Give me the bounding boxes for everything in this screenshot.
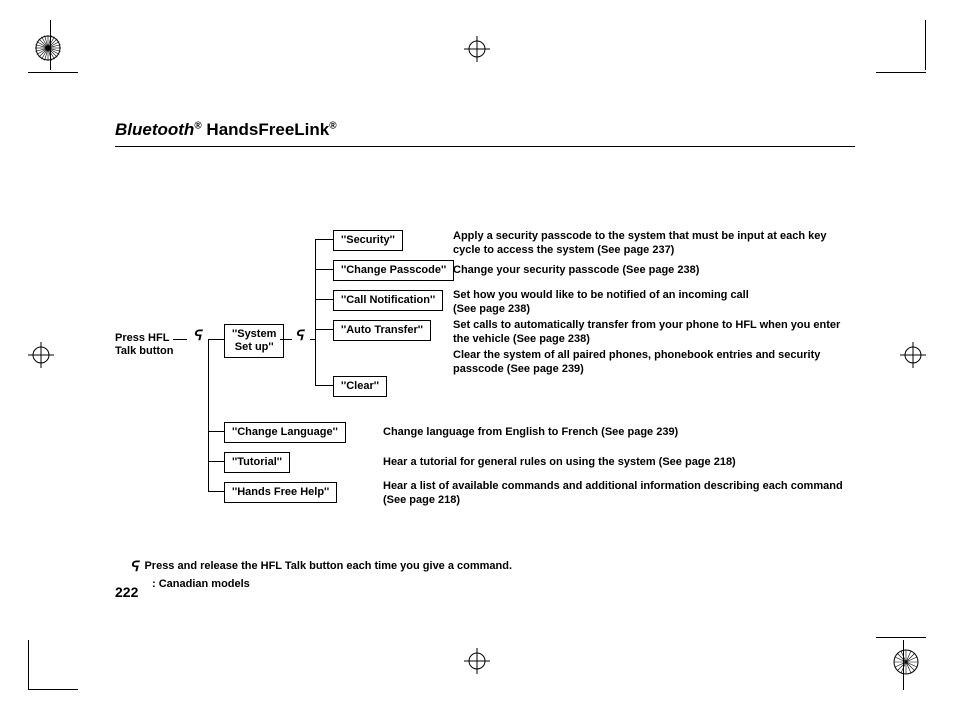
menu-desc: Hear a tutorial for general rules on usi… — [383, 456, 736, 470]
registration-mark-icon — [464, 36, 490, 62]
menu-item-security: ''Security'' — [333, 230, 403, 251]
registration-mark-icon — [900, 342, 926, 368]
menu-desc: Change language from English to French (… — [383, 426, 678, 440]
menu-desc: Set how you would like to be notified of… — [453, 289, 749, 317]
menu-desc: Set calls to automatically transfer from… — [453, 319, 853, 347]
menu-item-hands-free-help: ''Hands Free Help'' — [224, 482, 337, 503]
menu-item-call-notification: ''Call Notification'' — [333, 290, 443, 311]
registration-mark-icon — [28, 342, 54, 368]
menu-desc: Hear a list of available commands and ad… — [383, 480, 853, 508]
registration-mark-icon — [891, 647, 921, 677]
menu-tree-diagram: Press HFLTalk button ᕋ ''SystemSet up'' … — [115, 217, 855, 517]
page-title: Bluetooth® HandsFreeLink® — [115, 120, 855, 147]
footnotes: ᕋ Press and release the HFL Talk button … — [130, 557, 855, 592]
menu-item-change-language: ''Change Language'' — [224, 422, 346, 443]
registration-mark-icon — [464, 648, 490, 674]
menu-item-auto-transfer: ''Auto Transfer'' — [333, 320, 431, 341]
menu-item-clear: ''Clear'' — [333, 376, 387, 397]
registration-mark-icon — [33, 33, 63, 63]
menu-desc: Clear the system of all paired phones, p… — [453, 349, 853, 377]
menu-item-system-setup: ''SystemSet up'' — [224, 324, 284, 358]
menu-desc: Apply a security passcode to the system … — [453, 230, 853, 258]
menu-item-change-passcode: ''Change Passcode'' — [333, 260, 454, 281]
root-label: Press HFLTalk button — [115, 332, 173, 357]
talk-icon: ᕋ — [130, 557, 138, 577]
talk-icon: ᕋ — [295, 327, 303, 344]
menu-item-tutorial: ''Tutorial'' — [224, 452, 290, 473]
page-number: 222 — [115, 584, 138, 600]
menu-desc: Change your security passcode (See page … — [453, 264, 699, 278]
talk-icon: ᕋ — [193, 327, 201, 344]
